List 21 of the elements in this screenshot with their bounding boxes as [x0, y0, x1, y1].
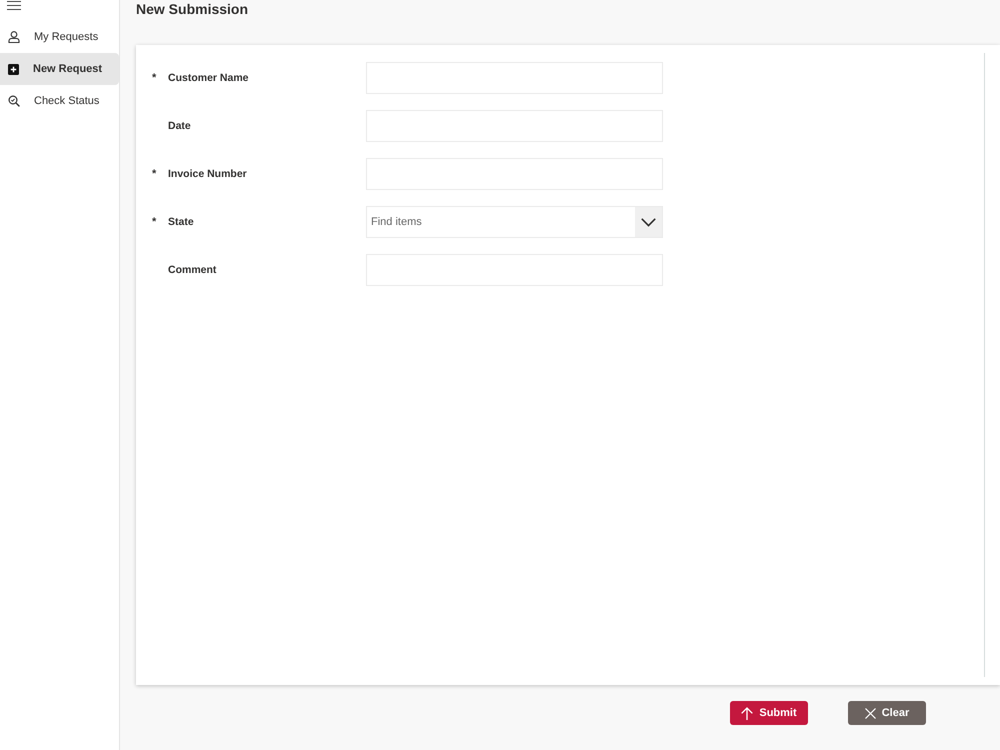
field-label: State [168, 216, 195, 228]
close-icon [864, 708, 876, 718]
clear-button[interactable]: Clear [848, 701, 926, 725]
sidebar-item[interactable]: Check Status [0, 85, 119, 117]
plus-square-icon [8, 64, 19, 74]
field-label: Customer Name [168, 72, 250, 84]
field-label: Comment [168, 264, 218, 276]
field-label: Invoice Number [168, 168, 248, 180]
menu-button[interactable] [7, 0, 21, 11]
sidebar-item[interactable]: New Request [0, 53, 119, 85]
field-label: Date [168, 120, 192, 132]
submit-button[interactable]: Submit [730, 701, 808, 725]
required-mark: * [152, 168, 158, 180]
required-mark: * [152, 72, 158, 84]
menu-icon [7, 1, 21, 10]
arrow-up-icon [741, 706, 754, 720]
page-title: New Submission [136, 0, 248, 18]
person-icon [8, 31, 20, 43]
sidebar-item[interactable]: My Requests [0, 21, 119, 53]
zoom-icon [8, 95, 20, 107]
required-mark: * [152, 216, 158, 228]
